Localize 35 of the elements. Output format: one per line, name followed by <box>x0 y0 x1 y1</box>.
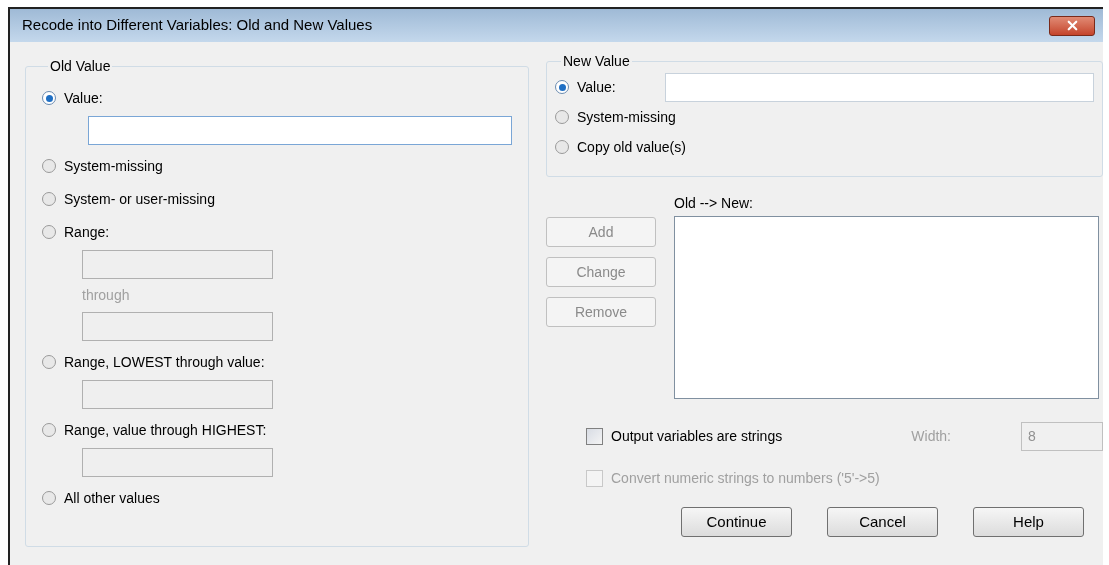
list-label: Old --> New: <box>674 194 754 213</box>
option-label: Copy old value(s) <box>577 137 686 157</box>
radio-button[interactable] <box>42 159 56 173</box>
close-button[interactable] <box>1049 15 1095 36</box>
radio-button[interactable] <box>42 355 56 369</box>
radio-button[interactable] <box>42 491 56 505</box>
option-label: System- or user-missing <box>64 189 215 209</box>
dialog-button[interactable]: Continue <box>681 507 792 537</box>
width-label: Width: <box>911 427 951 446</box>
radio-button[interactable] <box>42 225 56 239</box>
radio-button[interactable] <box>42 91 56 105</box>
radio-button[interactable] <box>555 110 569 124</box>
option-label: System-missing <box>64 156 163 176</box>
checkbox[interactable] <box>586 428 603 445</box>
group-title: Old Value <box>49 57 112 76</box>
option-label: Range, LOWEST through value: <box>64 352 265 372</box>
dialog-button[interactable]: Help <box>973 507 1084 537</box>
option-label: Range: <box>64 222 110 242</box>
checkbox-label: Convert numeric strings to numbers ('5'->5) <box>611 469 880 488</box>
option-label: Value: <box>577 77 617 97</box>
dialog-button[interactable]: Cancel <box>827 507 938 537</box>
input-field[interactable] <box>88 116 512 145</box>
group-title: New Value <box>562 52 631 71</box>
option-label: Value: <box>64 88 103 108</box>
option-label: All other values <box>64 488 160 508</box>
radio-button[interactable] <box>555 140 569 154</box>
window-title: Recode into Different Variables: Old and New Values <box>22 15 373 36</box>
checkbox-label: Output variables are strings <box>611 427 783 446</box>
caption-text: through <box>82 286 130 305</box>
option-label: System-missing <box>577 107 676 127</box>
radio-button[interactable] <box>42 192 56 206</box>
input-field[interactable] <box>665 72 1094 102</box>
radio-button[interactable] <box>555 80 569 94</box>
option-label: Range, value through HIGHEST: <box>64 420 267 440</box>
radio-button[interactable] <box>42 423 56 437</box>
